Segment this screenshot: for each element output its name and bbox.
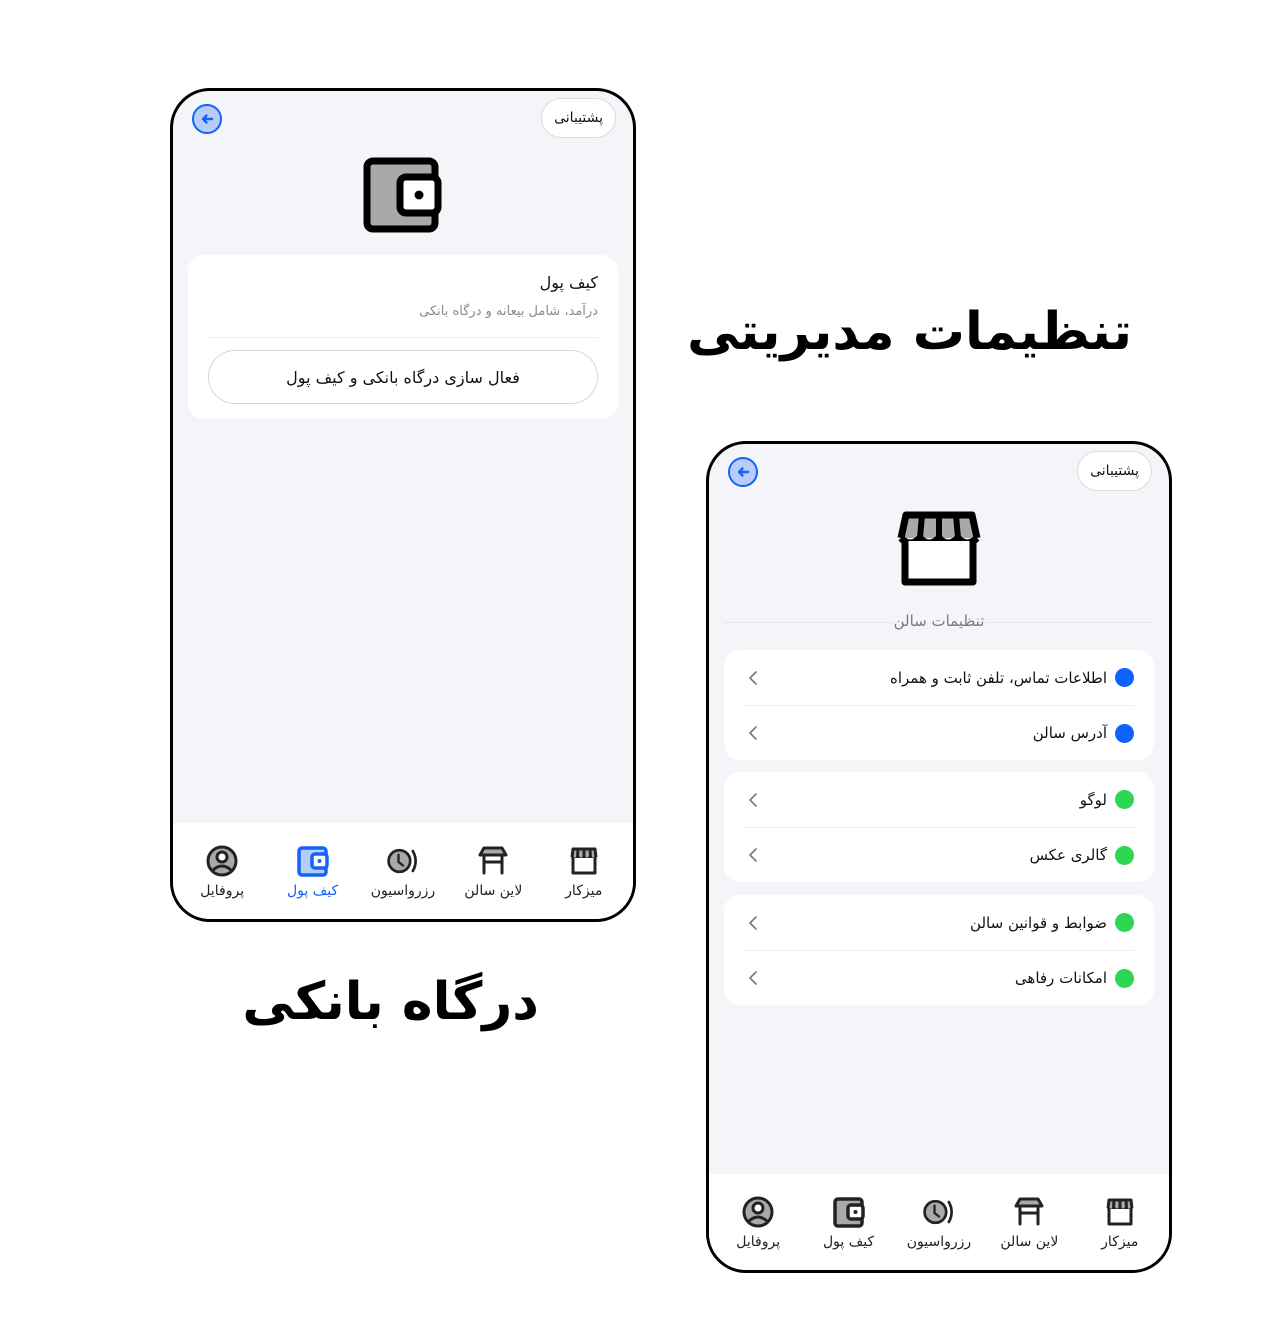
divider xyxy=(208,337,598,338)
status-dot-green xyxy=(1115,790,1134,809)
back-button[interactable] xyxy=(728,457,758,487)
status-dot-green xyxy=(1115,968,1134,988)
chevron-left-icon xyxy=(749,792,757,807)
tab-label: رزرواسیون xyxy=(370,883,436,899)
tab-label: پروفایل xyxy=(200,883,245,899)
chevron-left-icon xyxy=(749,670,757,685)
tab-label: لاین سالن xyxy=(464,883,523,899)
wallet-icon xyxy=(831,1194,867,1230)
clock-icon xyxy=(921,1194,957,1230)
item-label: امکانات رفاهی xyxy=(1014,969,1107,987)
settings-group-contact: اطلاعات تماس، تلفن ثابت و همراه آدرس سال… xyxy=(724,650,1154,760)
tab-label: میزکار xyxy=(1101,1234,1139,1250)
item-label: اطلاعات تماس، تلفن ثابت و همراه xyxy=(889,668,1107,687)
item-label: گالری عکس xyxy=(1029,846,1107,864)
tab-label: لاین سالن xyxy=(1000,1234,1059,1250)
wallet-card-title: کیف پول xyxy=(539,273,598,292)
profile-icon xyxy=(204,843,240,879)
status-dot-green xyxy=(1115,913,1134,932)
status-dot-green xyxy=(1115,845,1134,865)
status-dot-blue xyxy=(1115,723,1134,743)
item-label: آدرس سالن xyxy=(1032,724,1107,742)
support-button[interactable]: پشتیبانی xyxy=(1077,451,1152,491)
table-icon xyxy=(1011,1194,1047,1230)
headline-bank-gateway: درگاه بانکی xyxy=(242,972,540,1032)
tab-reservation[interactable]: رزرواسیون xyxy=(894,1174,984,1270)
activate-gateway-button[interactable]: فعال سازی درگاه بانکی و کیف پول xyxy=(208,350,598,404)
settings-item-amenities[interactable]: امکانات رفاهی xyxy=(744,950,1134,1005)
tab-profile[interactable]: پروفایل xyxy=(177,823,267,919)
tab-reservation[interactable]: رزرواسیون xyxy=(358,823,448,919)
clock-icon xyxy=(385,843,421,879)
bottom-tab-bar: میزکار لاین سالن رزرواسیون کیف پول پروفا… xyxy=(173,823,633,919)
table-icon xyxy=(475,843,511,879)
settings-group-rules: ضوابط و قوانین سالن امکانات رفاهی xyxy=(724,895,1154,1005)
tab-profile[interactable]: پروفایل xyxy=(713,1174,803,1270)
settings-group-media: لوگو گالری عکس xyxy=(724,772,1154,882)
tab-salon-line[interactable]: لاین سالن xyxy=(448,823,538,919)
section-header: تنظیمات سالن xyxy=(724,609,1154,633)
salon-settings-screen: پشتیبانی تنظیمات سالن اطلاعات تماس، تلفن… xyxy=(706,441,1172,1273)
chevron-left-icon xyxy=(749,726,757,740)
section-title: تنظیمات سالن xyxy=(891,612,987,630)
tab-label: میزکار xyxy=(565,883,603,899)
tab-dashboard[interactable]: میزکار xyxy=(1075,1174,1165,1270)
support-button[interactable]: پشتیبانی xyxy=(541,98,616,138)
settings-item-logo[interactable]: لوگو xyxy=(744,772,1134,827)
storefront-icon xyxy=(896,510,982,592)
settings-item-address[interactable]: آدرس سالن xyxy=(744,705,1134,760)
wallet-screen: پشتیبانی کیف پول درآمد، شامل بیعانه و در… xyxy=(170,88,636,922)
bottom-tab-bar: میزکار لاین سالن رزرواسیون کیف پول پروفا… xyxy=(709,1174,1169,1270)
tab-wallet[interactable]: کیف پول xyxy=(268,823,358,919)
tab-label: کیف پول xyxy=(287,883,339,899)
tab-label: کیف پول xyxy=(823,1234,875,1250)
tab-wallet[interactable]: کیف پول xyxy=(804,1174,894,1270)
settings-item-gallery[interactable]: گالری عکس xyxy=(744,827,1134,882)
item-label: لوگو xyxy=(1079,790,1107,809)
settings-item-contact-info[interactable]: اطلاعات تماس، تلفن ثابت و همراه xyxy=(744,650,1134,705)
tab-dashboard[interactable]: میزکار xyxy=(539,823,629,919)
arrow-left-icon xyxy=(737,467,750,477)
storefront-icon xyxy=(566,843,602,879)
settings-item-rules[interactable]: ضوابط و قوانین سالن xyxy=(744,895,1134,950)
wallet-icon xyxy=(295,843,331,879)
headline-admin-settings: تنظیمات مدیریتی xyxy=(687,302,1133,362)
item-label: ضوابط و قوانین سالن xyxy=(970,913,1107,932)
tab-salon-line[interactable]: لاین سالن xyxy=(984,1174,1074,1270)
arrow-left-icon xyxy=(201,114,214,124)
storefront-icon xyxy=(1102,1194,1138,1230)
profile-icon xyxy=(740,1194,776,1230)
chevron-left-icon xyxy=(749,848,757,862)
wallet-card-subtitle: درآمد، شامل بیعانه و درگاه بانکی xyxy=(419,304,598,319)
chevron-left-icon xyxy=(749,971,757,985)
status-dot-blue xyxy=(1115,668,1134,687)
wallet-icon xyxy=(363,157,443,237)
chevron-left-icon xyxy=(749,915,757,930)
tab-label: رزرواسیون xyxy=(906,1234,972,1250)
tab-label: پروفایل xyxy=(736,1234,781,1250)
wallet-card: کیف پول درآمد، شامل بیعانه و درگاه بانکی… xyxy=(188,255,618,419)
back-button[interactable] xyxy=(192,104,222,134)
